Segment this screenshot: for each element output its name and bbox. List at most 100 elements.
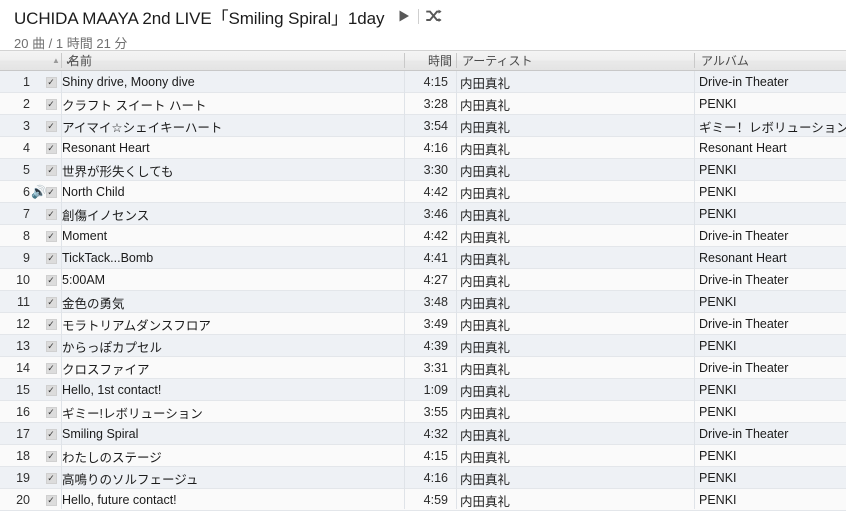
track-name[interactable]: 世界が形失くしても (62, 159, 402, 181)
track-artist[interactable]: 内田真礼 (460, 379, 690, 401)
table-row[interactable]: 8 ✓ Moment 4:42 内田真礼 Drive-in Theater (0, 225, 846, 247)
table-row[interactable]: 12 ✓ モラトリアムダンスフロア 3:49 内田真礼 Drive-in Theater (0, 313, 846, 335)
track-artist[interactable]: 内田真礼 (460, 445, 690, 467)
track-name[interactable]: モラトリアムダンスフロア (62, 313, 402, 335)
track-name[interactable]: Resonant Heart (62, 137, 402, 159)
column-header-name[interactable]: 名前 (68, 51, 388, 70)
table-row[interactable]: 2 ✓ クラフト スイート ハート 3:28 内田真礼 PENKI (0, 93, 846, 115)
column-header-album[interactable]: アルバム (701, 51, 841, 70)
track-artist[interactable]: 内田真礼 (460, 423, 690, 445)
track-artist[interactable]: 内田真礼 (460, 159, 690, 181)
track-name[interactable]: わたしのステージ (62, 445, 402, 467)
track-album[interactable]: PENKI (699, 203, 846, 225)
track-checkbox[interactable]: ✓ (44, 423, 58, 445)
track-artist[interactable]: 内田真礼 (460, 181, 690, 203)
track-artist[interactable]: 内田真礼 (460, 269, 690, 291)
table-row[interactable]: 3 ✓ アイマイ☆シェイキーハート 3:54 内田真礼 ギミー！レボリューション (0, 115, 846, 137)
track-checkbox[interactable]: ✓ (44, 313, 58, 335)
track-checkbox[interactable]: ✓ (44, 269, 58, 291)
table-row[interactable]: 14 ✓ クロスファイア 3:31 内田真礼 Drive-in Theater (0, 357, 846, 379)
track-album[interactable]: PENKI (699, 445, 846, 467)
track-name[interactable]: からっぽカプセル (62, 335, 402, 357)
track-name[interactable]: 高鳴りのソルフェージュ (62, 467, 402, 489)
track-checkbox[interactable]: ✓ (44, 137, 58, 159)
track-name[interactable]: 5:00AM (62, 269, 402, 291)
table-row[interactable]: 5 ✓ 世界が形失くしても 3:30 内田真礼 PENKI (0, 159, 846, 181)
track-checkbox[interactable]: ✓ (44, 181, 58, 203)
track-checkbox[interactable]: ✓ (44, 445, 58, 467)
track-artist[interactable]: 内田真礼 (460, 93, 690, 115)
track-checkbox[interactable]: ✓ (44, 401, 58, 423)
track-name[interactable]: クロスファイア (62, 357, 402, 379)
track-checkbox[interactable]: ✓ (44, 291, 58, 313)
table-row[interactable]: 19 ✓ 高鳴りのソルフェージュ 4:16 内田真礼 PENKI (0, 467, 846, 489)
table-row[interactable]: 15 ✓ Hello, 1st contact! 1:09 内田真礼 PENKI (0, 379, 846, 401)
track-checkbox[interactable]: ✓ (44, 467, 58, 489)
track-album[interactable]: Drive-in Theater (699, 357, 846, 379)
track-album[interactable]: PENKI (699, 93, 846, 115)
track-name[interactable]: Hello, 1st contact! (62, 379, 402, 401)
sort-ascending-icon[interactable]: ▲ (52, 51, 60, 70)
track-artist[interactable]: 内田真礼 (460, 247, 690, 269)
track-album[interactable]: PENKI (699, 159, 846, 181)
track-name[interactable]: ギミー!レボリューション (62, 401, 402, 423)
track-album[interactable]: Drive-in Theater (699, 225, 846, 247)
track-checkbox[interactable]: ✓ (44, 203, 58, 225)
track-checkbox[interactable]: ✓ (44, 335, 58, 357)
track-album[interactable]: PENKI (699, 401, 846, 423)
column-divider[interactable] (404, 53, 405, 68)
track-name[interactable]: 金色の勇気 (62, 291, 402, 313)
track-checkbox[interactable]: ✓ (44, 379, 58, 401)
track-album[interactable]: Drive-in Theater (699, 71, 846, 93)
track-name[interactable]: Moment (62, 225, 402, 247)
table-row[interactable]: 16 ✓ ギミー!レボリューション 3:55 内田真礼 PENKI (0, 401, 846, 423)
column-divider[interactable] (61, 53, 62, 68)
table-row[interactable]: 1 ✓ Shiny drive, Moony dive 4:15 内田真礼 Drive-i… (0, 71, 846, 93)
table-row[interactable]: 11 ✓ 金色の勇気 3:48 内田真礼 PENKI (0, 291, 846, 313)
track-artist[interactable]: 内田真礼 (460, 115, 690, 137)
table-row[interactable]: 18 ✓ わたしのステージ 4:15 内田真礼 PENKI (0, 445, 846, 467)
track-album[interactable]: PENKI (699, 379, 846, 401)
table-row[interactable]: 17 ✓ Smiling Spiral 4:32 内田真礼 Drive-in Theate… (0, 423, 846, 445)
track-album[interactable]: Drive-in Theater (699, 423, 846, 445)
track-checkbox[interactable]: ✓ (44, 247, 58, 269)
shuffle-icon[interactable] (423, 6, 445, 26)
track-name[interactable]: 創傷イノセンス (62, 203, 402, 225)
track-album[interactable]: PENKI (699, 467, 846, 489)
table-row[interactable]: 10 ✓ 5:00AM 4:27 内田真礼 Drive-in Theater (0, 269, 846, 291)
table-row[interactable]: 13 ✓ からっぽカプセル 4:39 内田真礼 PENKI (0, 335, 846, 357)
track-artist[interactable]: 内田真礼 (460, 335, 690, 357)
track-checkbox[interactable]: ✓ (44, 115, 58, 137)
track-artist[interactable]: 内田真礼 (460, 291, 690, 313)
track-checkbox[interactable]: ✓ (44, 71, 58, 93)
track-album[interactable]: PENKI (699, 489, 846, 511)
track-checkbox[interactable]: ✓ (44, 93, 58, 115)
track-name[interactable]: Shiny drive, Moony dive (62, 71, 402, 93)
column-header-artist[interactable]: アーティスト (462, 51, 690, 70)
track-checkbox[interactable]: ✓ (44, 159, 58, 181)
play-icon[interactable] (393, 6, 415, 26)
track-name[interactable]: TickTack...Bomb (62, 247, 402, 269)
track-checkbox[interactable]: ✓ (44, 357, 58, 379)
track-album[interactable]: Resonant Heart (699, 137, 846, 159)
track-artist[interactable]: 内田真礼 (460, 467, 690, 489)
track-name[interactable]: アイマイ☆シェイキーハート (62, 115, 402, 137)
track-artist[interactable]: 内田真礼 (460, 225, 690, 247)
track-album[interactable]: Drive-in Theater (699, 313, 846, 335)
track-artist[interactable]: 内田真礼 (460, 137, 690, 159)
track-artist[interactable]: 内田真礼 (460, 71, 690, 93)
table-row[interactable]: 20 ✓ Hello, future contact! 4:59 内田真礼 PENKI (0, 489, 846, 511)
track-album[interactable]: ギミー！レボリューション (699, 115, 846, 137)
track-checkbox[interactable]: ✓ (44, 225, 58, 247)
track-album[interactable]: PENKI (699, 181, 846, 203)
track-artist[interactable]: 内田真礼 (460, 489, 690, 511)
track-album[interactable]: PENKI (699, 335, 846, 357)
track-name[interactable]: Smiling Spiral (62, 423, 402, 445)
table-row[interactable]: 4 ✓ Resonant Heart 4:16 内田真礼 Resonant Heart (0, 137, 846, 159)
column-divider[interactable] (456, 53, 457, 68)
track-album[interactable]: PENKI (699, 291, 846, 313)
track-checkbox[interactable]: ✓ (44, 489, 58, 511)
track-artist[interactable]: 内田真礼 (460, 401, 690, 423)
track-album[interactable]: Drive-in Theater (699, 269, 846, 291)
column-divider[interactable] (694, 53, 695, 68)
